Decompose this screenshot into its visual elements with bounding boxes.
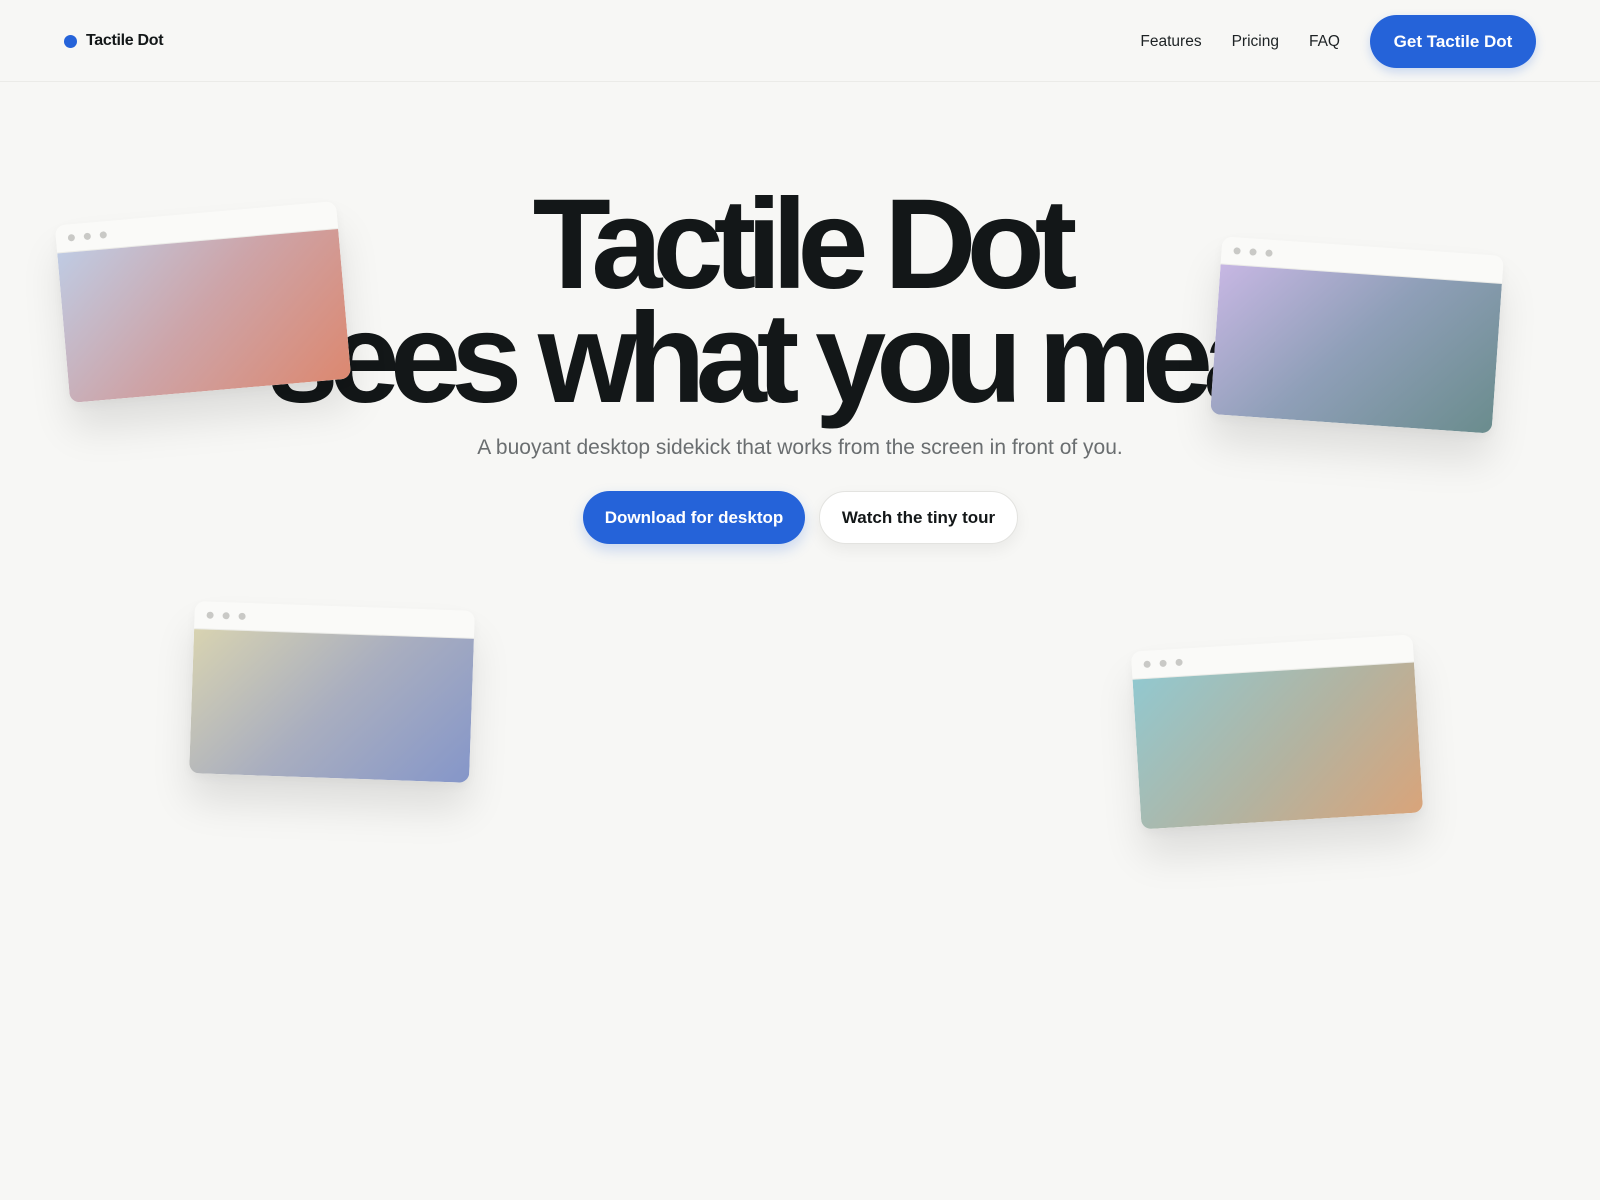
- download-button[interactable]: Download for desktop: [583, 491, 805, 544]
- landing-page: Tactile Dot Features Pricing FAQ Get Tac…: [0, 0, 1600, 1200]
- main-nav: Features Pricing FAQ Get Tactile Dot: [1140, 15, 1536, 68]
- nav-link-pricing[interactable]: Pricing: [1232, 33, 1279, 51]
- window-gradient-body: [1132, 662, 1424, 830]
- window-dot-icon: [1233, 247, 1241, 255]
- hero-subtitle: A buoyant desktop sidekick that works fr…: [477, 436, 1123, 459]
- window-dot-icon: [238, 612, 246, 620]
- watch-tour-button[interactable]: Watch the tiny tour: [819, 491, 1018, 544]
- window-gradient-body: [57, 228, 352, 403]
- floating-window-preview: [189, 601, 475, 783]
- window-dot-icon: [1143, 660, 1151, 669]
- floating-window-preview: [1210, 236, 1504, 434]
- window-dot-icon: [83, 232, 92, 241]
- floating-window-preview: [54, 201, 352, 403]
- window-dot-icon: [1159, 659, 1167, 668]
- window-dot-icon: [1249, 248, 1257, 256]
- nav-link-features[interactable]: Features: [1140, 33, 1201, 51]
- get-tactile-dot-button[interactable]: Get Tactile Dot: [1370, 15, 1536, 68]
- window-dot-icon: [99, 231, 108, 239]
- floating-window-preview: [1130, 634, 1424, 830]
- window-dot-icon: [1265, 249, 1273, 257]
- site-header: Tactile Dot Features Pricing FAQ Get Tac…: [0, 0, 1600, 82]
- window-gradient-body: [189, 629, 474, 783]
- window-dot-icon: [67, 233, 76, 242]
- window-dot-icon: [222, 612, 230, 620]
- window-dot-icon: [206, 611, 214, 619]
- brand-name: Tactile Dot: [86, 32, 164, 49]
- nav-link-faq[interactable]: FAQ: [1309, 33, 1340, 51]
- hero-actions: Download for desktop Watch the tiny tour: [583, 491, 1018, 544]
- window-gradient-body: [1210, 264, 1502, 434]
- window-dot-icon: [1175, 658, 1183, 667]
- blue-dot-icon: [64, 34, 77, 48]
- brand-logo[interactable]: Tactile Dot: [64, 30, 164, 52]
